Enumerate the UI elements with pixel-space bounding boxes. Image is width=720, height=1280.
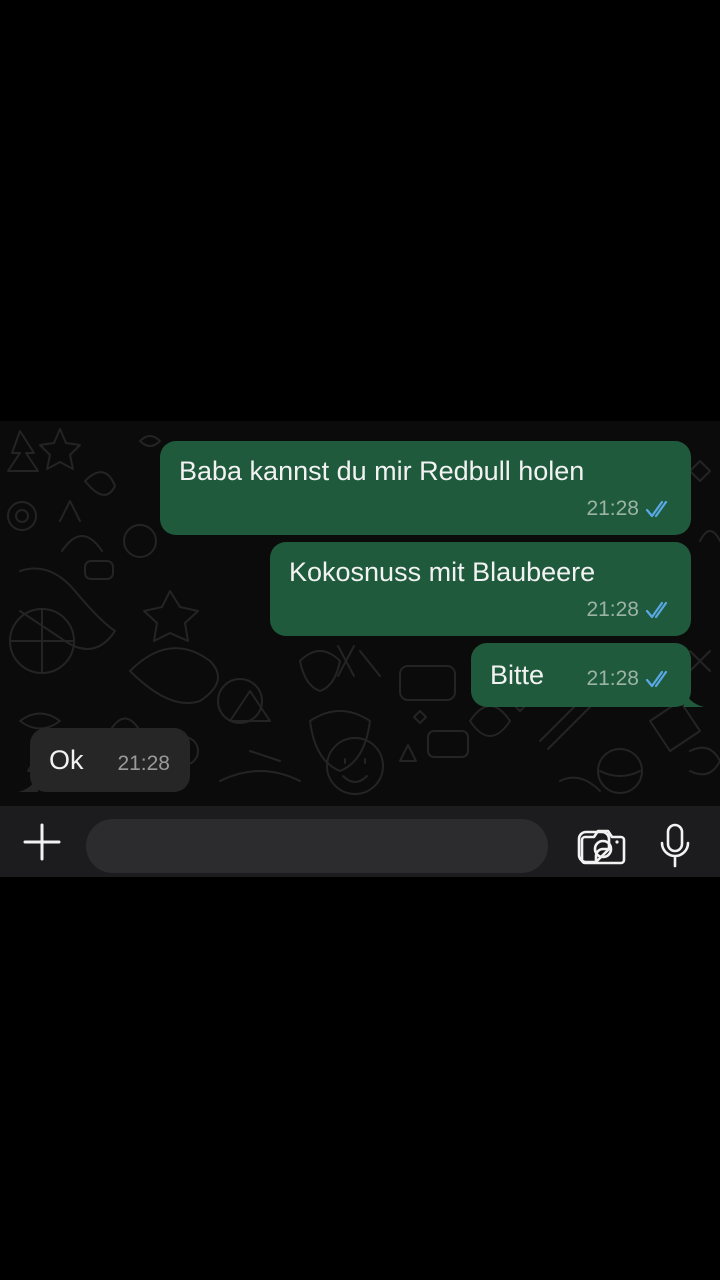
chat-area[interactable]: Baba kannst du mir Redbull holen 21:28 K… <box>0 421 720 806</box>
screen: Baba kannst du mir Redbull holen 21:28 K… <box>0 0 720 1280</box>
plus-icon[interactable] <box>22 822 62 862</box>
double-check-read-icon <box>645 670 668 688</box>
message-text: Bitte <box>490 660 545 690</box>
message-input[interactable] <box>106 819 490 875</box>
message-meta: 21:28 <box>586 493 673 525</box>
message-time: 21:28 <box>586 497 639 520</box>
message-meta: 21:28 <box>117 748 170 780</box>
message-time: 21:28 <box>117 752 170 775</box>
message-meta: 21:28 <box>586 663 673 695</box>
double-check-read-icon <box>645 500 668 518</box>
message-meta: 21:28 <box>586 594 673 626</box>
camera-icon[interactable] <box>580 828 626 866</box>
message-time: 21:28 <box>586 598 639 621</box>
bubble-tail <box>684 689 704 707</box>
message-bubble-outgoing[interactable]: Baba kannst du mir Redbull holen 21:28 <box>160 441 691 535</box>
message-bubble-outgoing[interactable]: Kokosnuss mit Blaubeere 21:28 <box>270 542 691 636</box>
microphone-icon[interactable] <box>658 823 692 869</box>
message-text: Ok <box>49 745 84 775</box>
composer-bar <box>0 806 720 877</box>
message-text: Kokosnuss mit Blaubeere <box>289 557 596 587</box>
message-text: Baba kannst du mir Redbull holen <box>179 456 585 486</box>
message-input-field[interactable] <box>86 819 611 875</box>
message-bubble-incoming[interactable]: Ok 21:28 <box>30 728 190 792</box>
double-check-read-icon <box>645 601 668 619</box>
message-time: 21:28 <box>586 667 639 690</box>
bubble-tail <box>18 774 38 792</box>
message-bubble-outgoing[interactable]: Bitte 21:28 <box>471 643 691 707</box>
